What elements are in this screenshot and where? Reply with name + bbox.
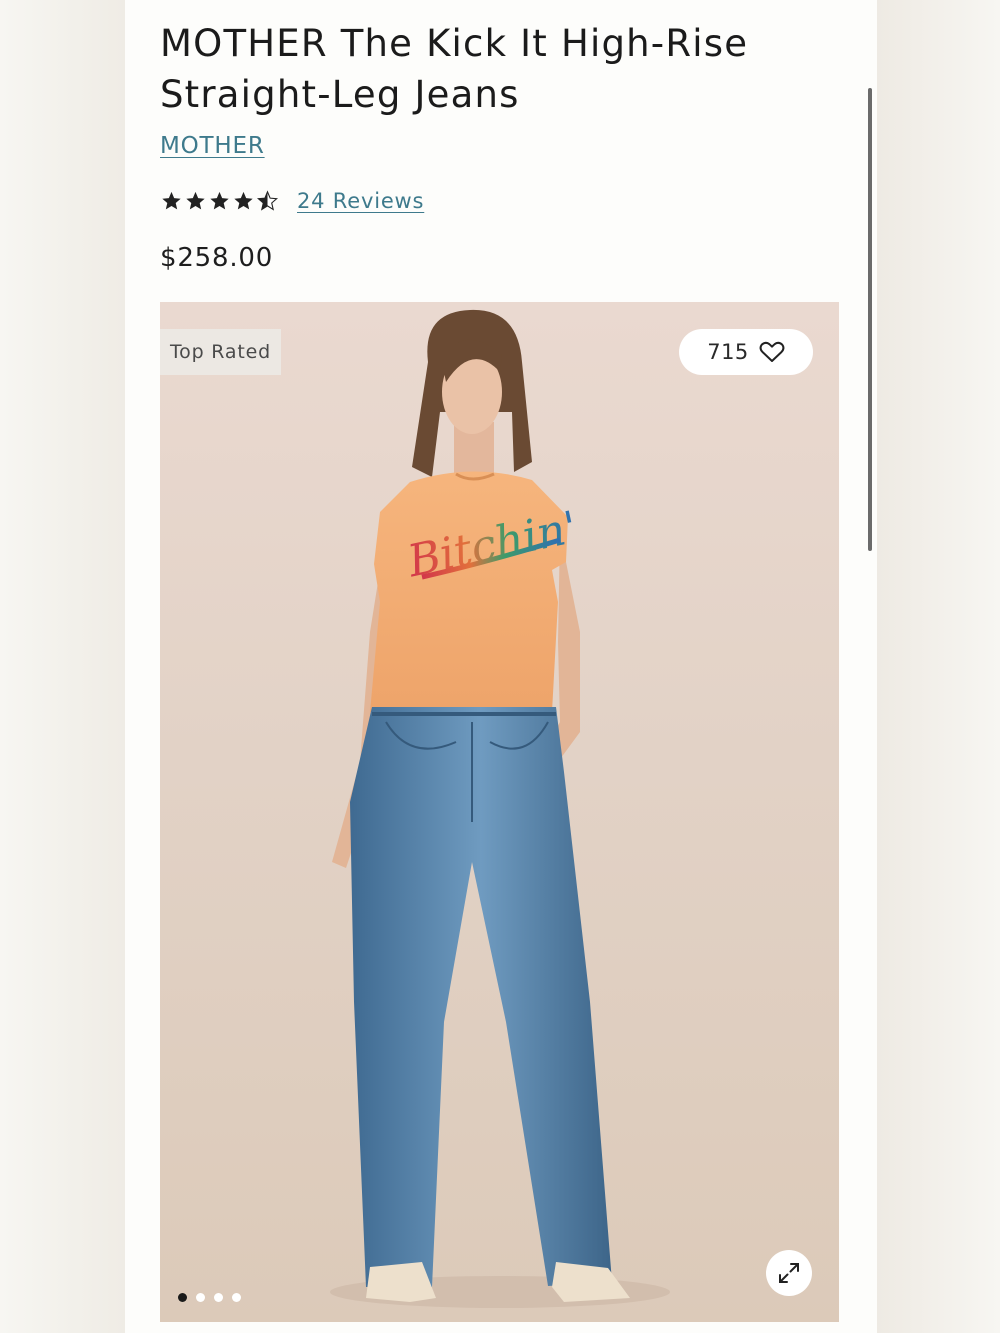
left-backdrop <box>0 0 125 1333</box>
model-photo: Bitchin' <box>330 309 670 1308</box>
product-page: MOTHER The Kick It High-Rise Straight-Le… <box>125 0 877 1333</box>
expand-image-button[interactable] <box>766 1250 812 1296</box>
carousel-dot[interactable] <box>214 1293 223 1302</box>
half-star-icon <box>256 190 279 211</box>
right-backdrop <box>875 0 1000 1333</box>
expand-icon <box>779 1263 799 1283</box>
star-icon <box>186 191 205 210</box>
heart-icon <box>759 341 785 362</box>
rating-row: 24 Reviews <box>160 186 424 216</box>
star-icon <box>210 191 229 210</box>
star-rating <box>160 190 279 212</box>
carousel-dots <box>178 1293 241 1302</box>
reviews-link[interactable]: 24 Reviews <box>297 189 424 213</box>
carousel-dot[interactable] <box>196 1293 205 1302</box>
carousel-dot[interactable] <box>232 1293 241 1302</box>
star-icon <box>234 191 253 210</box>
likes-count: 715 <box>707 340 749 364</box>
star-icon <box>162 191 181 210</box>
scrollbar[interactable] <box>868 88 872 551</box>
brand-link[interactable]: MOTHER <box>160 133 265 159</box>
top-rated-badge: Top Rated <box>160 329 281 375</box>
price: $258.00 <box>160 243 274 273</box>
favorite-button[interactable]: 715 <box>679 329 813 375</box>
product-title: MOTHER The Kick It High-Rise Straight-Le… <box>160 22 749 116</box>
carousel-dot[interactable] <box>178 1293 187 1302</box>
product-image-carousel[interactable]: Bitchin' Top Rated 715 <box>160 302 839 1322</box>
